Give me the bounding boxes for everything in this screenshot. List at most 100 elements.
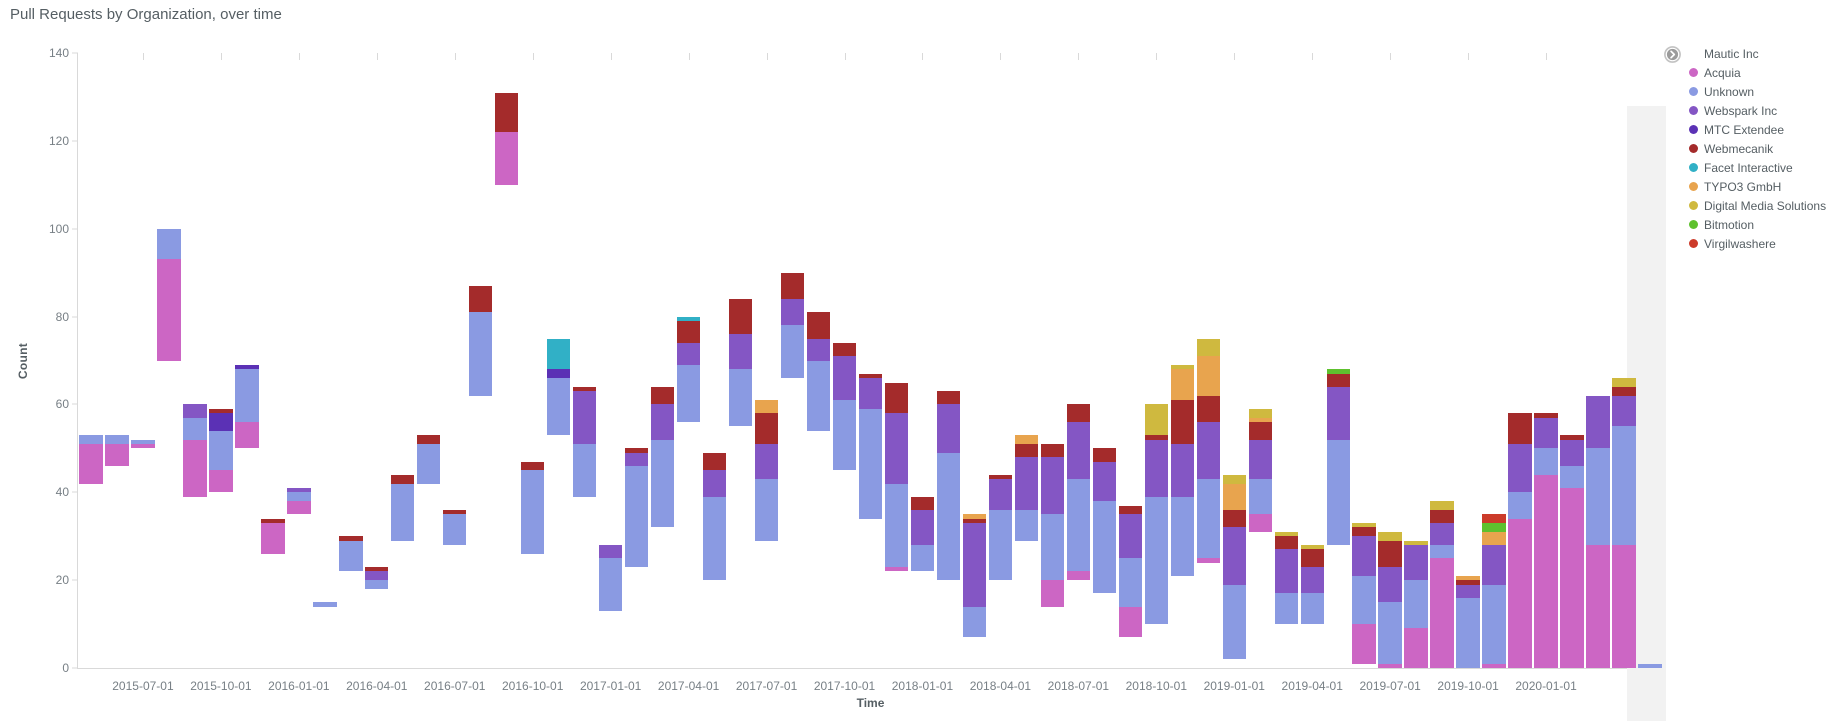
bar-segment[interactable]	[1404, 628, 1428, 668]
bar-segment[interactable]	[1430, 501, 1454, 510]
bar-segment[interactable]	[79, 435, 103, 444]
bar-segment[interactable]	[807, 431, 830, 668]
bar-segment[interactable]	[469, 285, 493, 313]
bar-segment[interactable]	[1222, 584, 1246, 660]
bar-column[interactable]	[79, 435, 103, 668]
bar-segment[interactable]	[1586, 448, 1610, 546]
bar-segment[interactable]	[988, 509, 1013, 581]
bar-segment[interactable]	[1534, 448, 1558, 475]
bar-column[interactable]	[858, 373, 883, 668]
bar-segment[interactable]	[754, 444, 779, 480]
bar-segment[interactable]	[1301, 624, 1324, 668]
bar-segment[interactable]	[1197, 563, 1220, 668]
bar-segment[interactable]	[131, 448, 154, 668]
bar-segment[interactable]	[1014, 435, 1039, 445]
bar-column[interactable]	[157, 228, 181, 668]
bar-segment[interactable]	[936, 391, 961, 405]
bar-column[interactable]	[910, 496, 935, 668]
bar-segment[interactable]	[1612, 545, 1636, 668]
bar-segment[interactable]	[1482, 663, 1506, 668]
bar-segment[interactable]	[1067, 580, 1090, 668]
bar-segment[interactable]	[209, 413, 233, 431]
bar-column[interactable]	[391, 474, 415, 668]
bar-column[interactable]	[1352, 523, 1376, 668]
bar-segment[interactable]	[547, 338, 571, 370]
bar-segment[interactable]	[235, 422, 259, 449]
bar-segment[interactable]	[1612, 426, 1636, 546]
bar-column[interactable]	[1170, 364, 1194, 668]
bar-segment[interactable]	[781, 378, 804, 668]
bar-segment[interactable]	[1378, 602, 1402, 664]
bar-segment[interactable]	[1040, 514, 1065, 581]
bar-column[interactable]	[183, 404, 207, 668]
bar-segment[interactable]	[1222, 474, 1246, 484]
bar-segment[interactable]	[365, 589, 388, 668]
bar-segment[interactable]	[1093, 593, 1116, 668]
bar-segment[interactable]	[391, 474, 415, 484]
bar-segment[interactable]	[598, 558, 623, 611]
bar-segment[interactable]	[910, 509, 935, 546]
bar-segment[interactable]	[1456, 584, 1480, 598]
bar-segment[interactable]	[1352, 536, 1376, 576]
bar-column[interactable]	[1326, 369, 1350, 668]
bar-segment[interactable]	[1015, 541, 1038, 668]
bar-segment[interactable]	[339, 540, 363, 572]
bar-segment[interactable]	[650, 439, 675, 528]
bar-segment[interactable]	[754, 400, 779, 414]
bar-column[interactable]	[495, 92, 519, 668]
bar-segment[interactable]	[833, 470, 856, 668]
bar-segment[interactable]	[1275, 624, 1298, 668]
bar-segment[interactable]	[417, 435, 441, 444]
bar-column[interactable]	[1196, 338, 1220, 668]
bar-column[interactable]	[1040, 444, 1065, 668]
bar-segment[interactable]	[1223, 659, 1246, 668]
bar-segment[interactable]	[572, 443, 597, 497]
bar-segment[interactable]	[1326, 439, 1350, 546]
bar-segment[interactable]	[806, 360, 831, 431]
bar-segment[interactable]	[962, 523, 987, 607]
bar-segment[interactable]	[1196, 395, 1220, 423]
bar-segment[interactable]	[1378, 566, 1402, 603]
bar-segment[interactable]	[79, 443, 103, 484]
bar-segment[interactable]	[1352, 527, 1376, 537]
bar-segment[interactable]	[937, 580, 960, 668]
bar-column[interactable]	[1274, 531, 1298, 668]
bar-column[interactable]	[1222, 474, 1246, 668]
bar-segment[interactable]	[1352, 575, 1376, 625]
bar-segment[interactable]	[1612, 378, 1636, 387]
bar-column[interactable]	[572, 386, 597, 668]
bar-segment[interactable]	[676, 364, 701, 423]
bar-segment[interactable]	[1560, 439, 1584, 466]
bar-segment[interactable]	[1508, 413, 1532, 444]
bar-segment[interactable]	[469, 312, 493, 396]
bar-segment[interactable]	[1092, 501, 1117, 594]
bar-segment[interactable]	[780, 299, 805, 326]
bar-segment[interactable]	[780, 325, 805, 379]
bar-segment[interactable]	[1326, 373, 1350, 387]
bar-segment[interactable]	[1170, 369, 1194, 401]
bar-segment[interactable]	[1040, 580, 1065, 607]
bar-segment[interactable]	[702, 452, 727, 471]
bar-column[interactable]	[1404, 540, 1428, 668]
bar-segment[interactable]	[1222, 483, 1246, 510]
bar-segment[interactable]	[702, 496, 727, 581]
bar-segment[interactable]	[1482, 531, 1506, 546]
bar-segment[interactable]	[1404, 580, 1428, 629]
bar-segment[interactable]	[1092, 461, 1117, 502]
bar-column[interactable]	[339, 536, 363, 668]
bar-column[interactable]	[131, 439, 155, 668]
bar-segment[interactable]	[443, 545, 466, 668]
bar-segment[interactable]	[79, 484, 102, 668]
bar-segment[interactable]	[1274, 536, 1298, 550]
bar-segment[interactable]	[1326, 386, 1350, 440]
bar-segment[interactable]	[1378, 663, 1402, 668]
bar-segment[interactable]	[157, 228, 181, 260]
bar-column[interactable]	[1118, 505, 1143, 668]
bar-segment[interactable]	[1534, 417, 1558, 449]
bar-segment[interactable]	[676, 321, 701, 343]
bar-segment[interactable]	[1560, 465, 1584, 488]
bar-segment[interactable]	[728, 369, 753, 427]
bar-segment[interactable]	[910, 545, 935, 572]
bar-segment[interactable]	[884, 413, 909, 484]
legend-item[interactable]: Mautic Inc	[1689, 44, 1829, 63]
